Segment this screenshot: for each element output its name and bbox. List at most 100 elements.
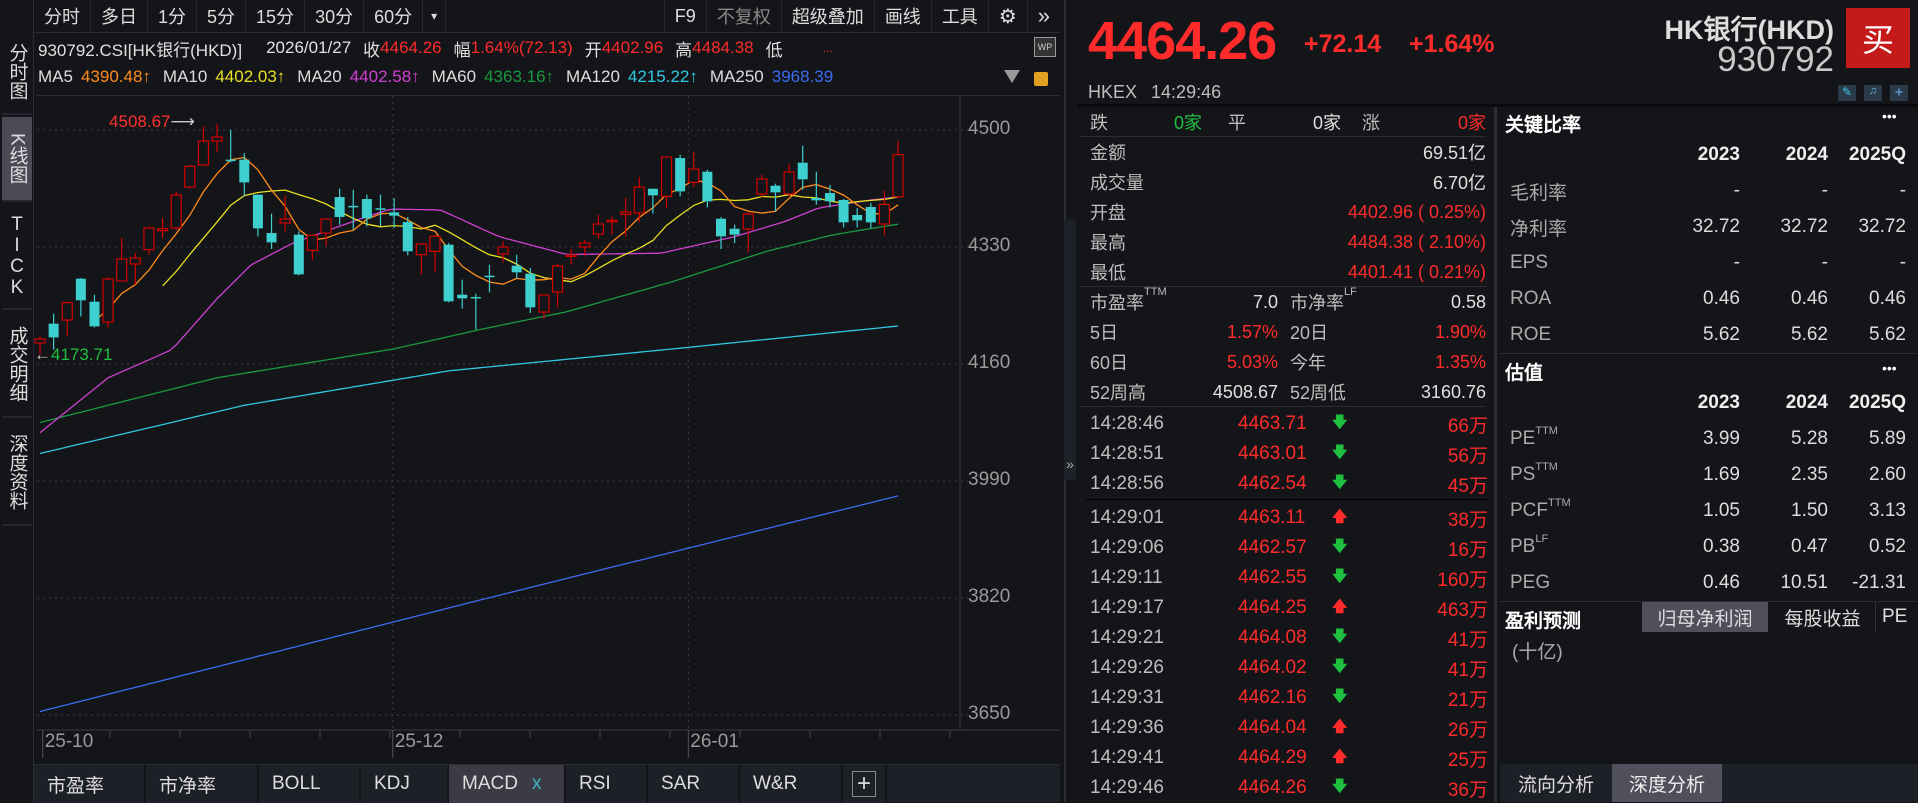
ratio-label: ROA (1510, 288, 1551, 310)
high-label: 高 (675, 40, 693, 60)
period-tab-60min[interactable]: 60分 (364, 0, 424, 33)
trade-time: 14:29:26 (1090, 657, 1164, 678)
indicator-tab-boll[interactable]: BOLL (259, 765, 361, 803)
candle (660, 156, 673, 209)
draw-button[interactable]: 画线 (875, 0, 932, 33)
year-header: 2023 2024 2025Q (1510, 386, 1906, 420)
candle (116, 237, 128, 282)
ratio-label-text: 毛利率 (1510, 182, 1568, 204)
lock-icon[interactable] (1034, 72, 1048, 86)
close-icon[interactable]: x (532, 773, 542, 795)
trade-price: 4464.26 (1238, 777, 1307, 798)
candle (470, 293, 481, 330)
indicator-tab-sar[interactable]: SAR (648, 765, 740, 803)
sidebar-item-tick[interactable]: TICK (2, 204, 32, 310)
low-label: 低 (765, 40, 783, 60)
candle (620, 197, 632, 237)
ratio-label-text: PB (1510, 536, 1536, 557)
period-tab-5min[interactable]: 5分 (197, 0, 247, 33)
trade-time: 14:28:46 (1090, 413, 1164, 434)
price-change-pct: +1.64% (1409, 30, 1495, 58)
candle (184, 164, 196, 189)
period-tab-30min[interactable]: 30分 (305, 0, 365, 33)
sidebar-item-depth[interactable]: 深度资料 (2, 420, 32, 526)
ratio-row: ROE 5.62 5.62 5.62 (1510, 318, 1906, 352)
trade-volume: 66万 (1447, 415, 1488, 437)
f9-button[interactable]: F9 (663, 0, 707, 33)
ratio-label: PBLF (1510, 533, 1548, 558)
forecast-tab-eps[interactable]: 每股收益 (1770, 602, 1876, 632)
candle (156, 218, 169, 239)
indicator-tab-pe[interactable]: 市盈率 (34, 765, 146, 803)
period-more-dropdown-icon[interactable]: ▾ (423, 0, 447, 33)
candle (770, 183, 781, 212)
wp-icon[interactable]: WP (1034, 37, 1056, 57)
arrow-down-icon: 🡇 (1332, 567, 1348, 585)
ratio-label-text: ROA (1510, 288, 1552, 309)
period-tab-1min[interactable]: 1分 (148, 0, 198, 33)
stat-label: 最高 (1090, 233, 1126, 253)
candle (756, 174, 768, 198)
low-marker-arrow: ← (34, 344, 51, 364)
period-tab-multiday[interactable]: 多日 (91, 0, 148, 33)
indicator-tab-rsi[interactable]: RSI (566, 765, 648, 803)
ratio-value: - (1899, 252, 1906, 273)
period-tab-15min[interactable]: 15分 (246, 0, 306, 33)
adjust-button[interactable]: 不复权 (707, 0, 782, 33)
indicator-tab-wr[interactable]: W&R (740, 765, 843, 803)
indicator-tab-macd[interactable]: MACD x (449, 765, 566, 803)
ma-collapse-triangle-icon[interactable] (1004, 70, 1020, 83)
flat-count: 0家 (1313, 113, 1342, 133)
ratio-value: 0.38 (1703, 536, 1740, 557)
edit-icon[interactable]: ✎ (1838, 85, 1856, 101)
ratio-value: 5.89 (1869, 428, 1906, 449)
stat-row: 52周高 4508.67 52周低 3160.76 (1090, 377, 1486, 407)
forecast-tab-pe[interactable]: PE (1882, 602, 1907, 632)
trade-volume: 38万 (1447, 509, 1488, 531)
sidebar-item-trades[interactable]: 成交明细 (2, 312, 32, 418)
period-tab-intraday[interactable]: 分时 (34, 0, 91, 33)
close-label: 收 (363, 40, 381, 60)
ratio-value: 1.05 (1703, 500, 1740, 521)
stat-label: 最低 (1090, 263, 1126, 283)
tools-button[interactable]: 工具 (932, 0, 989, 33)
sidebar-item-intraday[interactable]: 分时图 (2, 30, 32, 115)
stat-label: 成交量 (1090, 173, 1144, 193)
forecast-tab-net-profit[interactable]: 归母净利润 (1642, 602, 1768, 632)
expand-icon[interactable]: » (1028, 0, 1060, 33)
stat-row: 最高 4484.38 ( 2.10%) (1090, 227, 1486, 257)
stat-value: 5.03% (1226, 351, 1278, 372)
trade-time: 14:29:46 (1090, 777, 1164, 798)
add-icon[interactable]: + (1890, 85, 1908, 101)
ratio-value: 3.99 (1703, 428, 1740, 449)
ratio-value: 3.13 (1869, 500, 1906, 521)
candle (89, 294, 100, 328)
analysis-tab-flow[interactable]: 流向分析 (1501, 764, 1611, 802)
add-indicator-button[interactable]: + (843, 765, 887, 803)
up-label: 涨 (1362, 113, 1380, 133)
arrow-down-icon: 🡇 (1332, 777, 1348, 795)
ratio-label: EPS (1510, 252, 1548, 274)
key-ratios-more-icon[interactable]: ••• (1882, 108, 1897, 124)
sidebar-item-kline[interactable]: K线图 (2, 117, 32, 202)
candle (579, 239, 591, 257)
indicator-tab-kdj[interactable]: KDJ (361, 765, 449, 803)
trade-row: 14:29:17 4464.25 🡅 463万 (1090, 593, 1488, 623)
buy-button[interactable]: 买 (1846, 8, 1910, 68)
bell-icon[interactable]: ♫ (1864, 85, 1882, 101)
valuation-more-icon[interactable]: ••• (1882, 360, 1897, 376)
gear-icon[interactable]: ⚙ (989, 0, 1028, 33)
ratio-row: PSTTM 1.69 2.35 2.60 (1510, 458, 1906, 492)
ratio-label-text: ROE (1510, 324, 1552, 345)
key-ratios-title: 关键比率 (1505, 115, 1582, 136)
trade-volume: 45万 (1447, 475, 1488, 497)
ratio-value: 32.72 (1858, 216, 1906, 237)
analysis-tab-depth[interactable]: 深度分析 (1612, 764, 1722, 802)
collapse-panel-handle[interactable]: » (1064, 220, 1076, 480)
last-price: 4464.26 (1088, 11, 1277, 71)
indicator-tab-pb[interactable]: 市净率 (146, 765, 259, 803)
stat-value: 3160.76 (1420, 381, 1486, 402)
candle (443, 243, 454, 303)
overlay-button[interactable]: 超级叠加 (782, 0, 875, 33)
ratio-label: 净利率 (1510, 214, 1567, 241)
